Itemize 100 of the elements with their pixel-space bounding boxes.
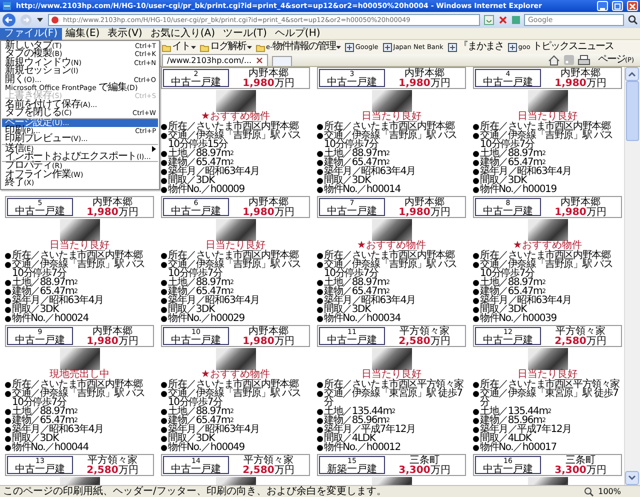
scroll-down-button[interactable] — [625, 471, 639, 485]
folder-icon — [162, 42, 171, 52]
bullet-icon — [473, 436, 479, 442]
detail-text: 所在／さいたま市西区内野本郷 — [324, 251, 454, 260]
search-icon[interactable] — [628, 15, 638, 25]
site-icon — [383, 42, 392, 52]
stop-button[interactable] — [498, 15, 508, 25]
caret-icon[interactable] — [247, 44, 252, 50]
bullet-icon — [161, 382, 167, 388]
detail-text: 建物／65.47m$^{2}$ — [168, 158, 234, 167]
favorites-link[interactable]: ログ解析 — [209, 41, 247, 53]
bullet-icon — [473, 444, 479, 450]
menu-item[interactable]: ファイル(F) — [0, 28, 62, 40]
photo-placeholder — [216, 219, 256, 241]
detail-text: 土地／88.97m$^{2}$ — [168, 278, 234, 287]
property-type: 中古一戸建 — [326, 207, 378, 217]
detail-text: 物件No.／h00029 — [168, 314, 244, 323]
scrollbar[interactable] — [624, 67, 640, 485]
detail-text: 建物／65.47m$^{2}$ — [324, 287, 390, 296]
print-icon[interactable] — [578, 55, 590, 65]
bullet-icon — [161, 252, 167, 258]
bullet-icon — [473, 150, 479, 156]
listing-tagline: 日当たり良好 — [362, 112, 422, 122]
maximize-button[interactable] — [612, 1, 623, 11]
detail-text: 築年月／昭和63年4月 — [168, 167, 260, 176]
status-text: このページの印刷用紙、ヘッダー/フッター、印刷の向き、および余白を変更します。 — [3, 486, 388, 496]
detail-text: 交通／伊奈線「吉野原」駅 バス10分停歩15分 — [168, 131, 302, 149]
detail-text: 間取／4LDK — [324, 434, 376, 443]
detail-text: 土地／88.97m$^{2}$ — [12, 278, 78, 287]
tab-title: /www.2103hp.com/... — [167, 56, 252, 64]
price-text: 3,300万円 — [398, 466, 452, 476]
menu-item[interactable]: ツール(T) — [219, 28, 271, 40]
detail-text: 築年月／平成7年12月 — [324, 425, 416, 434]
area-name: 平方領々家 — [88, 456, 138, 466]
detail-text: 間取／3DK — [324, 176, 370, 185]
zoom-icon[interactable] — [584, 486, 594, 496]
detail-text: 間取／3DK — [480, 176, 526, 185]
home-icon[interactable] — [548, 54, 560, 66]
area-name: 内野本郷 — [560, 69, 600, 79]
listing-tagline: 日当たり良好 — [518, 112, 578, 122]
price-text: 3,300万円 — [554, 466, 608, 476]
favorites-link[interactable]: イト — [171, 41, 191, 53]
caret-icon[interactable] — [191, 44, 196, 50]
detail-text: 所在／さいたま市西区内野本郷 — [480, 122, 610, 131]
detail-text: 築年月／昭和63年4月 — [168, 296, 260, 305]
menu-item[interactable]: 編集(E) — [62, 28, 104, 40]
scroll-up-button[interactable] — [625, 67, 639, 81]
bullet-icon — [317, 168, 323, 174]
caret-icon[interactable] — [36, 16, 44, 24]
area-name: 内野本郷 — [248, 198, 288, 208]
area-name: 内野本郷 — [560, 198, 600, 208]
menu-item[interactable]: 表示(V) — [104, 28, 146, 40]
bullet-icon — [5, 316, 11, 322]
bullet-icon — [317, 288, 323, 294]
detail-text: 建物／65.47m$^{2}$ — [324, 158, 390, 167]
menu-item[interactable]: ヘルプ(H) — [270, 28, 324, 40]
refresh-button[interactable] — [484, 15, 494, 25]
scroll-thumb[interactable] — [626, 81, 639, 141]
detail-text: 間取／3DK — [168, 305, 214, 314]
detail-text: 土地／88.97m$^{2}$ — [12, 407, 78, 416]
detail-text: 建物／65.47m$^{2}$ — [480, 287, 546, 296]
bullet-icon — [473, 262, 479, 268]
zoom-level[interactable]: 100% — [598, 488, 621, 496]
bullet-icon — [161, 408, 167, 414]
bullet-icon — [473, 168, 479, 174]
caret-icon[interactable] — [336, 44, 342, 50]
price-text: 1,980万円 — [398, 79, 452, 89]
bullet-icon — [5, 288, 11, 294]
detail-text: 間取／3DK — [480, 305, 526, 314]
site-icon — [448, 42, 458, 52]
bullet-icon — [161, 186, 167, 192]
browser-tab[interactable]: /www.2103hp.com/... — [162, 54, 268, 66]
property-type: 中古一戸建 — [482, 78, 534, 88]
bullet-icon — [473, 280, 479, 286]
bullet-icon — [5, 408, 11, 414]
menu-item[interactable]: お気に入り(A) — [146, 28, 219, 40]
price-text: 1,980万円 — [86, 337, 140, 347]
area-name: 内野本郷 — [248, 327, 288, 337]
bullet-icon — [317, 444, 323, 450]
detail-text: 築年月／昭和63年4月 — [480, 296, 572, 305]
bullet-icon — [473, 408, 479, 414]
detail-text: 土地／135.44m$^{2}$ — [480, 407, 551, 416]
photo-placeholder — [528, 219, 568, 241]
detail-text: 間取／4LDK — [480, 434, 532, 443]
bullet-icon — [161, 178, 167, 184]
bullet-icon — [161, 132, 167, 138]
bullet-icon — [473, 316, 479, 322]
price-text: 1,980万円 — [242, 208, 296, 218]
minimize-button[interactable] — [597, 1, 608, 11]
detail-text: 所在／さいたま市西区平方領々家 — [324, 380, 464, 389]
listing-tagline: ★おすすめ物件 — [201, 370, 270, 380]
close-icon[interactable] — [256, 57, 263, 64]
back-button[interactable] — [2, 13, 16, 27]
property-type: 中古一戸建 — [326, 336, 378, 346]
bullet-icon — [317, 390, 323, 396]
detail-text: 物件No.／h00044 — [12, 443, 88, 452]
bullet-icon — [317, 124, 323, 130]
favorites-link[interactable]: 『まかまさ — [457, 41, 504, 53]
bullet-icon — [5, 280, 11, 286]
close-button[interactable] — [627, 1, 638, 11]
